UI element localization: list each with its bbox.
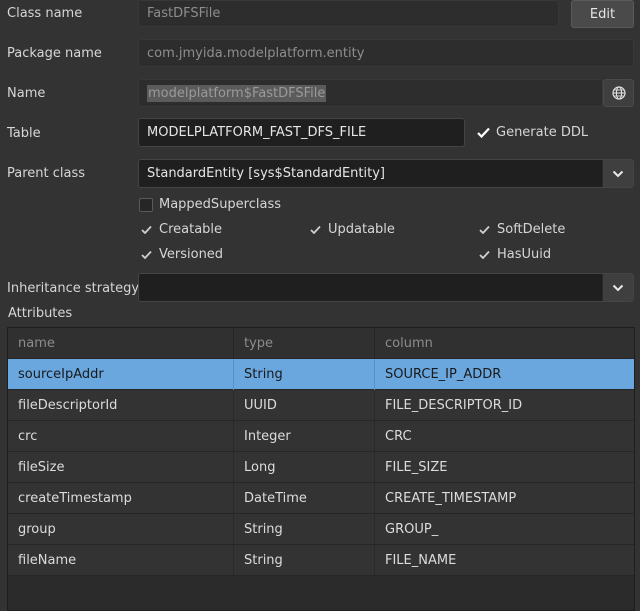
cell-name: crc <box>8 421 234 452</box>
cell-type: UUID <box>234 390 375 421</box>
localize-button[interactable] <box>603 79 634 107</box>
check-icon <box>139 248 153 262</box>
check-icon <box>476 126 490 140</box>
check-icon <box>139 223 153 237</box>
table-row[interactable]: fileName String FILE_NAME <box>8 545 634 576</box>
table-row[interactable]: createTimestamp DateTime CREATE_TIMESTAM… <box>8 483 634 514</box>
chevron-down-icon <box>612 284 624 291</box>
soft-delete-label: SoftDelete <box>497 222 566 237</box>
chevron-down-icon <box>612 170 624 177</box>
cell-type: DateTime <box>234 483 375 514</box>
cell-type: String <box>234 359 375 390</box>
parent-class-label: Parent class <box>7 166 86 181</box>
check-icon <box>477 223 491 237</box>
table-field[interactable]: MODELPLATFORM_FAST_DFS_FILE <box>138 118 465 147</box>
soft-delete-checkbox[interactable]: SoftDelete <box>477 222 565 237</box>
attributes-table[interactable]: name type column sourceIpAddr String SOU… <box>7 327 635 611</box>
mapped-superclass-label: MappedSuperclass <box>159 197 282 212</box>
cell-column: FILE_SIZE <box>385 460 448 475</box>
cell-column: FILE_DESCRIPTOR_ID <box>385 398 523 413</box>
table-row[interactable]: fileSize Long FILE_SIZE <box>8 452 634 483</box>
parent-class-dropdown-button[interactable] <box>602 160 633 187</box>
cell-name: fileSize <box>8 452 234 483</box>
has-uuid-checkbox[interactable]: HasUuid <box>477 247 551 262</box>
check-icon <box>308 223 322 237</box>
parent-class-select[interactable]: StandardEntity [sys$StandardEntity] <box>138 159 634 188</box>
generate-ddl-checkbox[interactable]: Generate DDL <box>476 125 588 140</box>
name-field[interactable]: modelplatform$FastDFSFile <box>138 79 603 107</box>
parent-class-value: StandardEntity [sys$StandardEntity] <box>147 166 385 181</box>
column-header-column[interactable]: column <box>375 328 634 359</box>
updatable-label: Updatable <box>328 222 395 237</box>
updatable-checkbox[interactable]: Updatable <box>308 222 395 237</box>
column-header-name[interactable]: name <box>8 328 234 359</box>
cell-type: Integer <box>234 421 375 452</box>
mapped-superclass-checkbox[interactable]: MappedSuperclass <box>139 197 281 212</box>
package-name-label: Package name <box>7 46 102 61</box>
versioned-label: Versioned <box>159 247 224 262</box>
table-row[interactable]: fileDescriptorId UUID FILE_DESCRIPTOR_ID <box>8 390 634 421</box>
class-name-label: Class name <box>7 6 83 21</box>
versioned-checkbox[interactable]: Versioned <box>139 247 223 262</box>
table-row[interactable]: sourceIpAddr String SOURCE_IP_ADDR <box>8 359 634 390</box>
cell-name: fileDescriptorId <box>8 390 234 421</box>
unchecked-box <box>139 197 153 212</box>
table-header: name type column <box>8 328 634 359</box>
check-icon <box>477 248 491 262</box>
inheritance-strategy-select[interactable] <box>138 273 634 302</box>
edit-button[interactable]: Edit <box>571 0 634 28</box>
cell-type: String <box>234 545 375 576</box>
cell-name: group <box>8 514 234 545</box>
creatable-checkbox[interactable]: Creatable <box>139 222 222 237</box>
cell-column: CRC <box>385 429 412 444</box>
cell-type: String <box>234 514 375 545</box>
class-name-field[interactable]: FastDFSFile <box>138 0 559 27</box>
cell-column: SOURCE_IP_ADDR <box>385 367 502 382</box>
inheritance-strategy-dropdown-button[interactable] <box>602 274 633 301</box>
inheritance-strategy-label: Inheritance strategy <box>7 281 140 296</box>
cell-column: GROUP_ <box>385 522 439 537</box>
cell-column: CREATE_TIMESTAMP <box>385 491 517 506</box>
cell-type: Long <box>234 452 375 483</box>
name-field-value: modelplatform$FastDFSFile <box>147 84 327 102</box>
cell-column: FILE_NAME <box>385 553 457 568</box>
cell-name: sourceIpAddr <box>8 359 234 390</box>
has-uuid-label: HasUuid <box>497 247 552 262</box>
cell-name: fileName <box>8 545 234 576</box>
generate-ddl-label: Generate DDL <box>496 125 589 140</box>
package-name-field[interactable]: com.jmyida.modelplatform.entity <box>138 39 634 67</box>
creatable-label: Creatable <box>159 222 223 237</box>
table-row[interactable]: group String GROUP_ <box>8 514 634 545</box>
cell-name: createTimestamp <box>8 483 234 514</box>
column-header-type[interactable]: type <box>234 328 375 359</box>
name-label: Name <box>7 86 46 101</box>
attributes-title: Attributes <box>8 306 73 321</box>
table-row[interactable]: crc Integer CRC <box>8 421 634 452</box>
table-label: Table <box>7 126 41 141</box>
globe-icon <box>611 86 626 100</box>
